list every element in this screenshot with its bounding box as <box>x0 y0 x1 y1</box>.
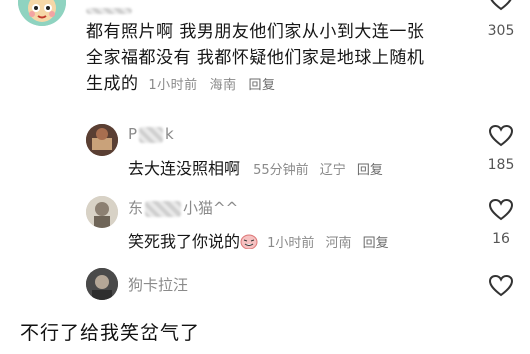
comment-text: 都有照片啊 我男朋友他们家从小到大连一张 全家福都没有 我都怀疑他们家是地球上随… <box>86 19 486 99</box>
reply-like-button[interactable] <box>488 198 514 226</box>
reply-reply-button[interactable]: 回复 <box>357 163 383 178</box>
reply-like-button[interactable] <box>488 124 514 152</box>
reply-username-end: k <box>165 125 174 143</box>
commenter-name-blurred <box>86 0 132 14</box>
reply-avatar[interactable] <box>86 268 118 300</box>
reply-username: 狗卡拉汪 <box>128 276 189 294</box>
reply-username-start: 东 <box>128 199 144 217</box>
photo-avatar-icon <box>86 124 118 156</box>
reply-avatar[interactable] <box>86 196 118 228</box>
reply-location: 河南 <box>325 236 352 251</box>
comment-text-line: 都有照片啊 我男朋友他们家从小到大连一张 <box>86 22 425 42</box>
photo-avatar-icon <box>86 196 118 228</box>
reply-body: 笑死我了你说的 1小时前 河南 回复 <box>128 228 389 252</box>
comment-text-line: 全家福都没有 我都怀疑他们家是地球上随机 <box>86 48 425 68</box>
username-blur <box>145 200 182 217</box>
comment-reply-button[interactable]: 回复 <box>249 78 276 93</box>
reply-username-start: P <box>128 125 138 143</box>
reply-text: 去大连没照相啊 <box>128 159 241 178</box>
comment-text-tail: 生成的 <box>86 74 139 94</box>
reply-like-count: 16 <box>492 231 510 247</box>
laughing-sticker-icon <box>240 234 258 249</box>
comment-text-line: 生成的 1小时前 海南 回复 <box>86 71 486 99</box>
reply-location: 辽宁 <box>319 163 346 178</box>
reply-like-button[interactable] <box>488 274 514 302</box>
username-blur <box>139 126 164 143</box>
reply-username-end: 小猫^^ <box>183 199 239 217</box>
bottom-caption: 不行了给我笑岔气了 <box>20 322 201 344</box>
reply-like-count: 185 <box>487 157 515 173</box>
reply-avatar[interactable] <box>86 124 118 156</box>
photo-avatar-icon <box>86 268 118 300</box>
commenter-avatar[interactable] <box>18 0 66 26</box>
reply-time: 1小时前 <box>267 236 315 251</box>
reply-time: 55分钟前 <box>253 163 309 178</box>
comment-like-count: 305 <box>487 23 515 39</box>
reply-text: 笑死我了你说的 <box>128 232 241 251</box>
heart-outline-icon <box>490 0 512 11</box>
reply-reply-button[interactable]: 回复 <box>363 236 389 251</box>
reply-body: 去大连没照相啊 55分钟前 辽宁 回复 <box>128 155 383 179</box>
reply-username: Pk <box>128 125 174 143</box>
reply-username: 东 小猫^^ <box>128 197 238 218</box>
heart-outline-icon <box>488 124 514 147</box>
comment-location: 海南 <box>209 78 237 93</box>
heart-outline-icon <box>488 198 514 221</box>
heart-outline-icon <box>488 274 514 297</box>
cartoon-avatar-icon <box>18 0 66 26</box>
comment-like-button[interactable] <box>488 0 514 16</box>
comment-time: 1小时前 <box>148 78 198 93</box>
